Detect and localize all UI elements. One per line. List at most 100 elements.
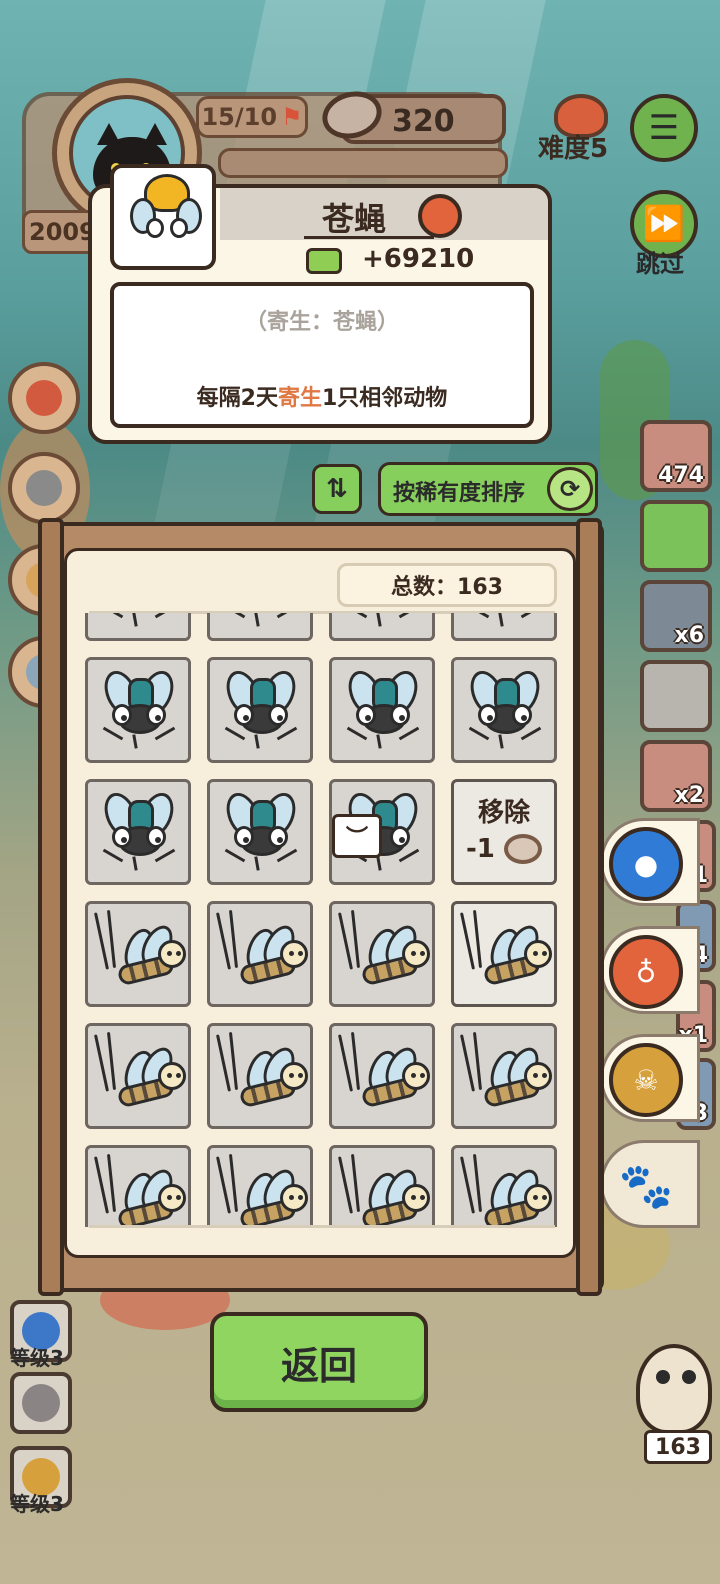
mosquito-antenna: [228, 1154, 239, 1212]
sort-label: 按稀有度排序: [393, 481, 526, 506]
day-text: 2009: [29, 218, 96, 246]
creature-cell[interactable]: [85, 1145, 191, 1227]
fly-leg: [376, 613, 382, 627]
mosquito-antenna: [228, 1032, 239, 1090]
mosquito-antenna: [106, 910, 117, 968]
shelf-item-turtle[interactable]: 474: [640, 420, 712, 492]
fly-leg: [224, 613, 246, 619]
shelf-item-card[interactable]: [640, 500, 712, 572]
species-icon: ♁: [609, 935, 683, 1009]
mosquito-antenna: [338, 1156, 353, 1214]
fly-pupil: [399, 715, 405, 721]
fly-icon: [88, 782, 188, 882]
mosquito-head: [280, 1062, 308, 1090]
mosquito-eye: [298, 951, 303, 956]
fly-pupil: [277, 715, 283, 721]
fly-eye: [146, 704, 166, 726]
mosquito-head: [524, 1062, 552, 1090]
mosquito-antenna: [338, 912, 353, 970]
creature-cell[interactable]: [85, 613, 191, 641]
mosquito-eye: [176, 1195, 181, 1200]
mosquito-eye: [289, 1195, 294, 1200]
creature-cell[interactable]: [329, 901, 435, 1007]
shelf-count: x6: [674, 623, 705, 648]
remove-button[interactable]: 移除 -1: [451, 779, 557, 885]
creature-cell[interactable]: [207, 901, 313, 1007]
fly-leg: [154, 613, 176, 619]
creature-cell[interactable]: [207, 657, 313, 763]
filter-species-button[interactable]: ♁: [600, 926, 700, 1014]
creature-cell[interactable]: [451, 1145, 557, 1227]
creature-cell[interactable]: [329, 1023, 435, 1129]
collection-panel: 总数：163 移除 -1: [64, 548, 576, 1258]
mosquito-antenna: [350, 1154, 361, 1212]
creature-cell[interactable]: [329, 613, 435, 641]
mosquito-head: [402, 940, 430, 968]
filter-fish-button[interactable]: ●: [600, 818, 700, 906]
description-part: 每隔2天: [196, 386, 278, 411]
list-menu-icon: ☰: [648, 108, 680, 148]
fly-leg: [276, 848, 298, 863]
creature-cell[interactable]: [207, 613, 313, 641]
remove-label: 移除: [477, 798, 530, 828]
mosquito-eye: [298, 1073, 303, 1078]
menu-button[interactable]: ☰: [630, 94, 698, 162]
fly-leg: [498, 734, 504, 749]
creature-cell[interactable]: [85, 1023, 191, 1129]
shelf-item-tire[interactable]: x6: [640, 580, 712, 652]
creature-cell[interactable]: [451, 1023, 557, 1129]
mosquito-antenna: [350, 1032, 361, 1090]
fly-leg: [224, 848, 246, 863]
filter-skull-button[interactable]: ☠: [600, 1034, 700, 1122]
creature-grid[interactable]: 移除 -1: [67, 613, 573, 1227]
bird-eye: [656, 1370, 670, 1384]
fly-eye: [146, 826, 166, 848]
money-text: 320: [392, 104, 455, 139]
mosquito-antenna: [338, 1034, 353, 1092]
creature-cell[interactable]: [451, 657, 557, 763]
mosquito-eye: [542, 1073, 547, 1078]
habitat-slot-button[interactable]: [8, 362, 80, 434]
creature-cell[interactable]: [329, 1145, 435, 1227]
fly-eye: [112, 826, 132, 848]
creature-cell[interactable]: [207, 779, 313, 885]
mosquito-antenna: [350, 910, 361, 968]
description-highlight: 寄生: [277, 386, 322, 411]
shelf-item-feather[interactable]: x2: [640, 740, 712, 812]
fly-leg: [346, 613, 368, 619]
mosquito-antenna: [472, 1154, 483, 1212]
mosquito-antenna: [216, 912, 231, 970]
fly-eye: [112, 704, 132, 726]
bird-eye: [682, 1370, 696, 1384]
creature-cell[interactable]: [451, 901, 557, 1007]
creature-cell[interactable]: [85, 779, 191, 885]
shelf-item-bag[interactable]: [640, 660, 712, 732]
creature-cell[interactable]: [85, 657, 191, 763]
fly-pupil: [155, 837, 161, 843]
fly-icon: [332, 660, 432, 760]
fly-pupil: [399, 837, 405, 843]
mosquito-eye: [176, 1073, 181, 1078]
creature-cell[interactable]: [329, 657, 435, 763]
sort-order-toggle[interactable]: ⇅: [312, 464, 362, 514]
creature-cell[interactable]: [207, 1145, 313, 1227]
fly-icon: [210, 782, 310, 882]
sort-by-rarity-button[interactable]: 按稀有度排序 ⟳: [378, 462, 598, 516]
fly-leg: [154, 848, 176, 863]
creature-cell[interactable]: [451, 613, 557, 641]
creature-cell[interactable]: [207, 1023, 313, 1129]
level-badge-species[interactable]: [10, 1372, 72, 1434]
fast-forward-icon: ⏩: [642, 204, 686, 244]
level-label: 等级3: [10, 1492, 64, 1516]
fly-leg: [276, 726, 298, 741]
fly-eye-icon: [170, 218, 188, 238]
bird-icon[interactable]: [636, 1344, 712, 1434]
creature-cell[interactable]: [85, 901, 191, 1007]
fly-eye: [512, 704, 532, 726]
fly-pupil: [121, 837, 127, 843]
habitat-slot-button[interactable]: [8, 452, 80, 524]
back-button[interactable]: 返回: [210, 1312, 428, 1412]
filter-paw-button[interactable]: 🐾: [600, 1140, 700, 1228]
fly-eye: [390, 826, 410, 848]
refresh-cycle-icon[interactable]: ⟳: [547, 467, 593, 511]
